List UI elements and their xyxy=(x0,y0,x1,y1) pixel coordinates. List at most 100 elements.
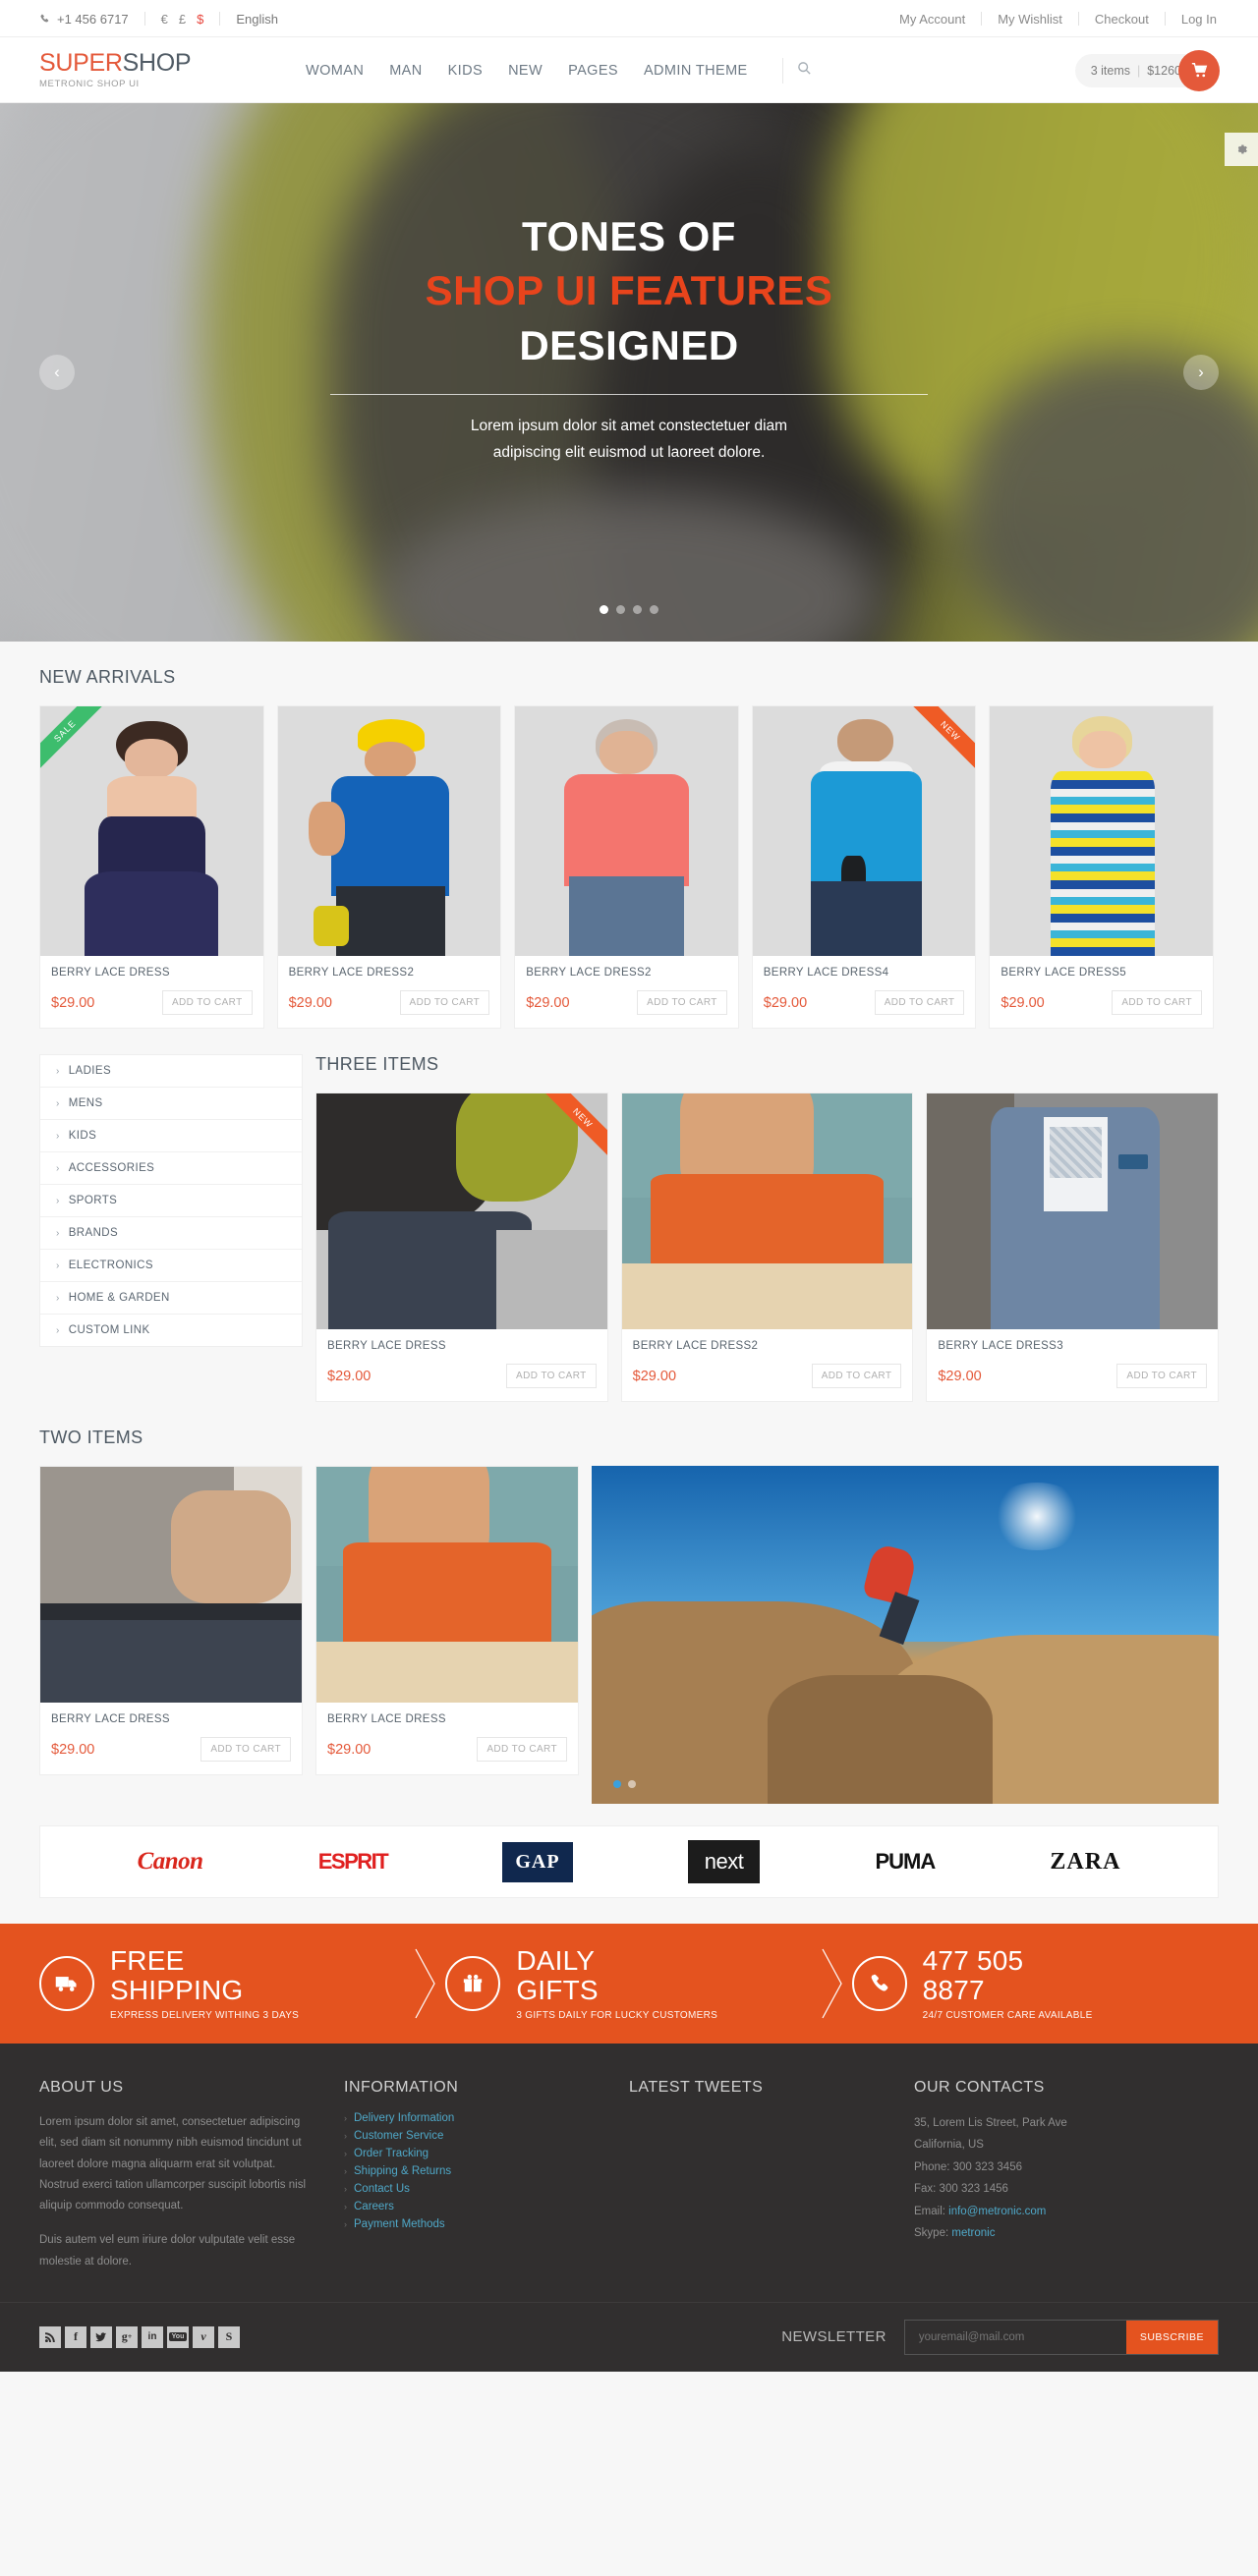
slider-next-arrow[interactable]: › xyxy=(1183,355,1219,390)
category-link-mens[interactable]: › MENS xyxy=(40,1088,302,1119)
product-card[interactable]: BERRY LACE DRESS5 $29.00 ADD TO CART xyxy=(989,705,1214,1029)
slider-dot-1[interactable] xyxy=(600,605,608,614)
product-image[interactable] xyxy=(40,1467,302,1703)
slider-dot-2[interactable] xyxy=(616,605,625,614)
product-image[interactable] xyxy=(316,1093,607,1329)
product-card[interactable]: BERRY LACE DRESS $29.00 ADD TO CART xyxy=(39,1466,303,1775)
product-card[interactable]: NEW BERRY LACE DRESS4 $29.00 ADD TO CART xyxy=(751,705,977,1029)
brand-logo-gap[interactable]: GAP xyxy=(502,1841,573,1882)
product-card[interactable]: BERRY LACE DRESS2 $29.00 ADD TO CART xyxy=(514,705,739,1029)
contact-skype-row: Skype: metronic xyxy=(914,2222,1219,2244)
subscribe-button[interactable]: SUBSCRIBE xyxy=(1125,2320,1218,2354)
product-image[interactable] xyxy=(621,1093,913,1329)
category-link-accessories[interactable]: › ACCESSORIES xyxy=(40,1152,302,1184)
facebook-icon[interactable]: f xyxy=(65,2325,86,2348)
add-to-cart-button[interactable]: ADD TO CART xyxy=(399,990,490,1015)
truck-icon xyxy=(39,1956,94,2011)
nav-item-man[interactable]: MAN xyxy=(376,63,434,79)
category-link-ladies[interactable]: › LADIES xyxy=(40,1055,302,1087)
site-logo[interactable]: SUPERSHOP METRONIC SHOP UI xyxy=(39,51,236,90)
link-my-wishlist[interactable]: My Wishlist xyxy=(996,12,1064,27)
rss-icon[interactable] xyxy=(39,2325,61,2348)
product-name: BERRY LACE DRESS2 xyxy=(632,1340,759,1352)
category-link-custom-link[interactable]: › CUSTOM LINK xyxy=(40,1315,302,1346)
shopping-cart[interactable]: 3 items | $1260 xyxy=(1074,49,1220,91)
brand-logo-canon[interactable]: Canon xyxy=(138,1848,203,1876)
product-card[interactable]: BERRY LACE DRESS $29.00 ADD TO CART xyxy=(315,1466,579,1775)
nav-item-pages[interactable]: PAGES xyxy=(555,63,631,79)
add-to-cart-button[interactable]: ADD TO CART xyxy=(874,990,965,1015)
cart-icon[interactable] xyxy=(1178,49,1220,91)
category-link-sports[interactable]: › SPORTS xyxy=(40,1185,302,1216)
product-card[interactable]: BERRY LACE DRESS2 $29.00 ADD TO CART xyxy=(276,705,502,1029)
footer-link-payment-methods[interactable]: › Payment Methods xyxy=(344,2218,600,2230)
contact-email-link[interactable]: info@metronic.com xyxy=(948,2206,1046,2217)
list-item: › KIDS xyxy=(40,1120,302,1152)
skype-icon[interactable]: S xyxy=(218,2325,240,2348)
banner-dot-2[interactable] xyxy=(628,1780,636,1788)
add-to-cart-button[interactable]: ADD TO CART xyxy=(161,990,253,1015)
add-to-cart-button[interactable]: ADD TO CART xyxy=(637,990,727,1015)
add-to-cart-button[interactable]: ADD TO CART xyxy=(1116,1364,1208,1388)
product-image[interactable] xyxy=(40,706,263,956)
brand-logo-puma[interactable]: PUMA xyxy=(875,1849,936,1875)
product-image[interactable] xyxy=(927,1093,1219,1329)
footer-link-contact-us[interactable]: › Contact Us xyxy=(344,2183,600,2195)
product-card[interactable]: SALE BERRY LACE DRESS $29.00 ADD TO CART xyxy=(39,705,264,1029)
add-to-cart-button[interactable]: ADD TO CART xyxy=(1112,990,1202,1015)
slider-pagination[interactable] xyxy=(0,605,1258,614)
slider-dot-4[interactable] xyxy=(650,605,658,614)
category-link-electronics[interactable]: › ELECTRONICS xyxy=(40,1250,302,1281)
hero-slider[interactable]: TONES OF SHOP UI FEATURES DESIGNED Lorem… xyxy=(0,103,1258,642)
currency-eur[interactable]: € xyxy=(161,12,168,27)
language-selector[interactable]: English xyxy=(236,12,278,27)
promo-banner-image[interactable] xyxy=(592,1466,1219,1804)
product-image[interactable] xyxy=(316,1467,578,1703)
youtube-icon[interactable]: You xyxy=(167,2325,189,2348)
product-card[interactable]: BERRY LACE DRESS2 $29.00 ADD TO CART xyxy=(620,1092,914,1402)
vimeo-icon[interactable]: v xyxy=(193,2325,214,2348)
search-icon[interactable] xyxy=(797,61,812,81)
category-link-kids[interactable]: › KIDS xyxy=(40,1120,302,1151)
footer-link-customer-service[interactable]: › Customer Service xyxy=(344,2130,600,2142)
product-image[interactable] xyxy=(990,706,1213,956)
brand-logo-next[interactable]: next xyxy=(687,1840,761,1883)
google-plus-icon[interactable]: g + xyxy=(116,2325,138,2348)
newsletter-email-input[interactable] xyxy=(904,2320,1126,2354)
slider-prev-arrow[interactable]: ‹ xyxy=(39,355,75,390)
product-card[interactable]: BERRY LACE DRESS3 $29.00 ADD TO CART xyxy=(926,1092,1220,1402)
nav-item-kids[interactable]: KIDS xyxy=(435,63,495,79)
category-link-brands[interactable]: › BRANDS xyxy=(40,1217,302,1249)
link-checkout[interactable]: Checkout xyxy=(1093,12,1151,27)
currency-gbp[interactable]: £ xyxy=(179,12,186,27)
nav-item-admin-theme[interactable]: ADMIN THEME xyxy=(631,63,761,79)
brand-logo-zara[interactable]: ZARA xyxy=(1050,1849,1120,1876)
add-to-cart-button[interactable]: ADD TO CART xyxy=(811,1364,902,1388)
add-to-cart-button[interactable]: ADD TO CART xyxy=(477,1737,567,1762)
nav-item-new[interactable]: NEW xyxy=(495,63,555,79)
product-card[interactable]: NEW BERRY LACE DRESS $29.00 ADD TO CART xyxy=(315,1092,608,1402)
footer-link-delivery-information[interactable]: › Delivery Information xyxy=(344,2112,600,2124)
brand-logo-esprit[interactable]: ESPRIT xyxy=(318,1849,389,1875)
theme-settings-gear-icon[interactable] xyxy=(1225,133,1258,166)
banner-pagination[interactable] xyxy=(613,1780,636,1788)
linkedin-icon[interactable]: in xyxy=(142,2325,163,2348)
currency-usd[interactable]: $ xyxy=(197,12,203,27)
add-to-cart-button[interactable]: ADD TO CART xyxy=(200,1737,291,1762)
add-to-cart-button[interactable]: ADD TO CART xyxy=(506,1364,597,1388)
contact-skype-link[interactable]: metronic xyxy=(951,2227,995,2239)
link-my-account[interactable]: My Account xyxy=(897,12,967,27)
banner-dot-1[interactable] xyxy=(613,1780,621,1788)
footer-link-shipping-returns[interactable]: › Shipping & Returns xyxy=(344,2165,600,2177)
link-log-in[interactable]: Log In xyxy=(1179,12,1219,27)
currency-switcher[interactable]: € £ $ xyxy=(161,12,204,27)
footer-link-careers[interactable]: › Careers xyxy=(344,2201,600,2212)
category-link-home-garden[interactable]: › HOME & GARDEN xyxy=(40,1282,302,1314)
product-image[interactable] xyxy=(277,706,501,956)
slider-dot-3[interactable] xyxy=(633,605,642,614)
product-image[interactable] xyxy=(515,706,738,956)
product-image[interactable] xyxy=(752,706,976,956)
footer-link-order-tracking[interactable]: › Order Tracking xyxy=(344,2148,600,2159)
twitter-icon[interactable] xyxy=(90,2325,112,2348)
nav-item-woman[interactable]: WOMAN xyxy=(293,63,376,79)
